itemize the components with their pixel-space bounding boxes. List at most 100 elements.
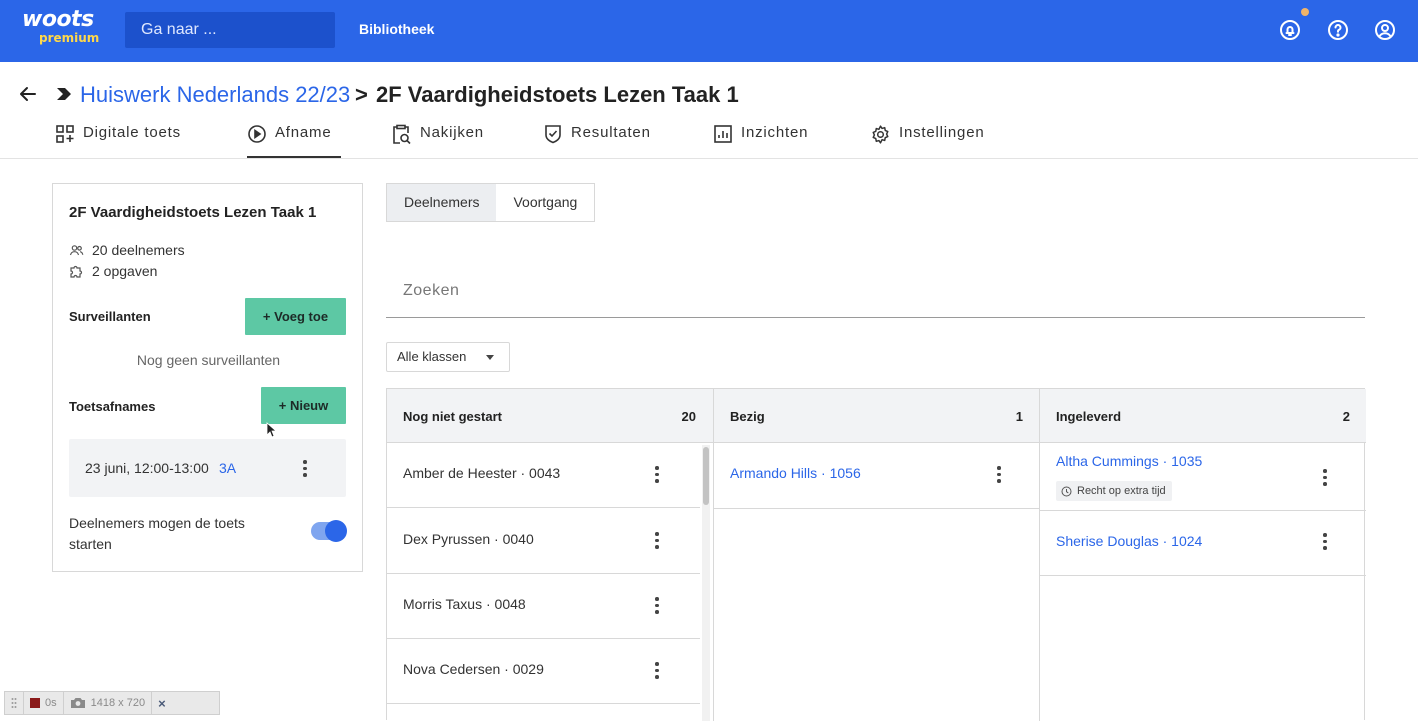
page-title: 2F Vaardigheidstoets Lezen Taak 1 bbox=[376, 82, 739, 107]
digital-test-icon bbox=[55, 124, 75, 144]
scrollbar-thumb[interactable] bbox=[703, 447, 709, 505]
extra-time-text: Recht op extra tijd bbox=[1077, 485, 1166, 497]
participant-row[interactable]: Nova Cedersen · 0029 bbox=[387, 639, 700, 704]
tab-label: Instellingen bbox=[899, 124, 985, 141]
breadcrumb-parent-link[interactable]: Huiswerk Nederlands 22/23 bbox=[80, 82, 350, 108]
play-circle-icon bbox=[247, 124, 267, 144]
participant-name: Dex Pyrussen · 0040 bbox=[403, 531, 534, 547]
participants-text: 20 deelnemers bbox=[92, 242, 185, 258]
notification-badge bbox=[1301, 8, 1309, 16]
more-options-icon[interactable] bbox=[654, 597, 660, 614]
tab-label: Afname bbox=[275, 124, 332, 141]
allow-start-label: Deelnemers mogen de toets starten bbox=[69, 515, 245, 552]
breadcrumb-chevron-icon bbox=[55, 87, 73, 101]
drag-handle-icon[interactable] bbox=[5, 692, 24, 714]
chevron-down-icon bbox=[486, 355, 494, 360]
column-scrollbar[interactable] bbox=[702, 445, 710, 721]
gear-icon bbox=[870, 124, 891, 145]
column-count: 1 bbox=[1015, 409, 1023, 424]
toggle-knob bbox=[325, 520, 347, 542]
view-switcher: Deelnemers Voortgang bbox=[386, 183, 596, 222]
participant-search-input[interactable]: Zoeken bbox=[386, 264, 1365, 318]
session-item[interactable]: 23 juni, 12:00-13:00 3A bbox=[69, 439, 346, 497]
extra-time-badge: Recht op extra tijd bbox=[1056, 481, 1172, 501]
participant-name: Amber de Heester · 0043 bbox=[403, 465, 561, 481]
puzzle-icon bbox=[69, 264, 84, 279]
test-summary-card: 2F Vaardigheidstoets Lezen Taak 1 20 dee… bbox=[52, 183, 363, 572]
column-title: Nog niet gestart bbox=[403, 409, 502, 424]
participant-row[interactable]: Armando Hills · 1056 bbox=[714, 444, 1039, 509]
questions-text: 2 opgaven bbox=[92, 263, 158, 279]
column-header: Bezig 1 bbox=[714, 389, 1039, 443]
top-bar: woots premium Ga naar ... Bibliotheek bbox=[0, 0, 1418, 62]
session-time: 23 juni, 12:00-13:00 bbox=[85, 460, 209, 476]
breadcrumb-separator: > bbox=[355, 82, 368, 107]
more-options-icon[interactable] bbox=[996, 466, 1002, 483]
more-options-icon[interactable] bbox=[1322, 469, 1328, 486]
screen-recorder-toolbar: 0s 1418 x 720 × bbox=[4, 691, 220, 715]
tab-deelnemers[interactable]: Deelnemers bbox=[387, 184, 497, 221]
column-title: Ingeleverd bbox=[1056, 409, 1122, 424]
participant-row[interactable]: Dex Pyrussen · 0040 bbox=[387, 509, 700, 574]
logo-text: woots bbox=[22, 7, 94, 32]
session-more-icon[interactable] bbox=[302, 460, 308, 477]
notifications-icon[interactable] bbox=[1278, 18, 1302, 42]
woots-logo[interactable]: woots premium bbox=[22, 7, 100, 45]
page-header: Huiswerk Nederlands 22/23 > 2F Vaardighe… bbox=[0, 62, 1418, 159]
more-options-icon[interactable] bbox=[1322, 533, 1328, 550]
tab-label: Digitale toets bbox=[83, 124, 181, 141]
allow-start-toggle[interactable] bbox=[311, 520, 347, 542]
participant-name: Nova Cedersen · 0029 bbox=[403, 661, 544, 677]
tab-inzichten[interactable]: Inzichten bbox=[713, 124, 808, 158]
class-filter-dropdown[interactable]: Alle klassen bbox=[386, 342, 510, 372]
column-submitted: Ingeleverd 2 Altha Cummings · 1035 Recht… bbox=[1039, 389, 1366, 721]
new-session-button[interactable]: + Nieuw bbox=[261, 387, 346, 424]
account-icon[interactable] bbox=[1373, 18, 1397, 42]
more-options-icon[interactable] bbox=[654, 466, 660, 483]
more-options-icon[interactable] bbox=[654, 532, 660, 549]
column-title: Bezig bbox=[730, 409, 765, 424]
close-recorder-button[interactable]: × bbox=[152, 692, 172, 714]
record-timer[interactable]: 0s bbox=[24, 692, 64, 714]
supervisors-label: Surveillanten bbox=[69, 309, 151, 324]
global-search-input[interactable]: Ga naar ... bbox=[125, 12, 335, 48]
column-header: Ingeleverd 2 bbox=[1040, 389, 1366, 443]
column-in-progress: Bezig 1 Armando Hills · 1056 bbox=[713, 389, 1039, 721]
participant-row[interactable]: Altha Cummings · 1035 Recht op extra tij… bbox=[1040, 444, 1366, 511]
back-arrow-icon[interactable] bbox=[18, 84, 38, 104]
capture-dimensions: 1418 x 720 bbox=[90, 697, 146, 709]
bar-chart-icon bbox=[713, 124, 733, 144]
card-title: 2F Vaardigheidstoets Lezen Taak 1 bbox=[69, 204, 317, 221]
users-icon bbox=[69, 244, 84, 257]
tab-voortgang[interactable]: Voortgang bbox=[496, 184, 594, 221]
tab-nakijken[interactable]: Nakijken bbox=[390, 124, 484, 158]
tab-digitale-toets[interactable]: Digitale toets bbox=[55, 124, 181, 158]
participant-row[interactable]: Amber de Heester · 0043 bbox=[387, 444, 700, 508]
participant-name[interactable]: Armando Hills · 1056 bbox=[730, 465, 861, 481]
no-supervisors-note: Nog geen surveillanten bbox=[136, 352, 281, 368]
mouse-cursor-icon bbox=[266, 422, 276, 438]
participant-name[interactable]: Altha Cummings · 1035 bbox=[1056, 453, 1202, 469]
session-class-link[interactable]: 3A bbox=[219, 460, 236, 476]
nav-library-link[interactable]: Bibliotheek bbox=[359, 21, 434, 37]
column-count: 2 bbox=[1342, 409, 1350, 424]
participants-count: 20 deelnemers bbox=[69, 242, 185, 258]
tab-resultaten[interactable]: Resultaten bbox=[543, 124, 651, 158]
tab-label: Resultaten bbox=[571, 124, 651, 141]
add-supervisor-button[interactable]: + Voeg toe bbox=[245, 298, 346, 335]
capture-size[interactable]: 1418 x 720 bbox=[64, 692, 153, 714]
close-icon[interactable]: × bbox=[158, 696, 166, 711]
participant-row[interactable]: Morris Taxus · 0048 bbox=[387, 574, 700, 639]
help-icon[interactable] bbox=[1326, 18, 1350, 42]
column-count: 20 bbox=[681, 409, 696, 424]
stop-icon[interactable] bbox=[30, 698, 40, 708]
camera-icon[interactable] bbox=[70, 697, 86, 709]
tab-instellingen[interactable]: Instellingen bbox=[870, 124, 985, 158]
more-options-icon[interactable] bbox=[654, 662, 660, 679]
clipboard-search-icon bbox=[390, 124, 412, 146]
participant-name[interactable]: Sherise Douglas · 1024 bbox=[1056, 533, 1202, 549]
tab-afname[interactable]: Afname bbox=[247, 124, 341, 158]
tab-label: Inzichten bbox=[741, 124, 809, 141]
participant-row[interactable]: Sherise Douglas · 1024 bbox=[1040, 511, 1366, 576]
logo-tier: premium bbox=[39, 31, 100, 45]
